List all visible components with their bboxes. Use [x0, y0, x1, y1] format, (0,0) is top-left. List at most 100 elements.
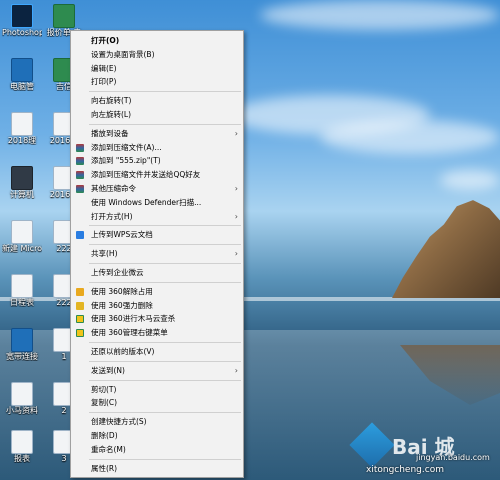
desktop-icon-label: 新建 Microsoft [2, 244, 42, 253]
context-menu-item-label: 打开方式(H) [91, 211, 133, 221]
context-menu-item-label: 向右旋转(T) [91, 96, 132, 106]
context-menu-item[interactable]: 共享(H) › [71, 247, 243, 261]
winrar-icon [76, 171, 84, 180]
context-menu-item[interactable]: 向左旋转(L) [71, 108, 243, 122]
context-menu-item-label: 编辑(E) [91, 63, 117, 73]
desktop-icon[interactable]: 新建 Microsoft [2, 220, 42, 253]
desktop-icon[interactable]: 小马资料 [2, 382, 42, 415]
chevron-right-icon: › [234, 249, 238, 259]
context-menu-item[interactable]: 重命名(M) [71, 443, 243, 457]
context-menu-item[interactable]: 使用 360解除占用 [71, 285, 243, 299]
context-menu-item[interactable]: 发送到(N) › [71, 364, 243, 378]
context-menu-item-label: 属性(R) [91, 463, 118, 473]
context-menu-item[interactable]: 使用 360进行木马云查杀 [71, 312, 243, 326]
context-menu-item-label: 其他压缩命令 [91, 183, 136, 193]
desktop-icon[interactable]: 报表 [2, 430, 42, 463]
context-menu-item[interactable]: 设置为桌面背景(B) [71, 48, 243, 62]
sea-rock [392, 200, 500, 298]
watermark-url-secondary: xitongcheng.com [366, 465, 444, 475]
context-menu-item[interactable]: 播放到设备 › [71, 127, 243, 141]
context-menu-item[interactable]: 使用 360强力删除 [71, 299, 243, 313]
desktop-icon-label: Photoshop [2, 28, 42, 37]
desktop-icon-label: 日程表 [10, 298, 34, 307]
computer-icon [11, 166, 33, 190]
chevron-right-icon: › [234, 183, 238, 193]
desktop-icon[interactable]: 计算机 [2, 166, 42, 199]
watermark: Bai 城 jingyan.baidu.com xitongcheng.com [349, 422, 500, 480]
context-menu-item-label: 打开(O) [91, 36, 120, 45]
desktop-icon[interactable]: 宽带连接 [2, 328, 42, 361]
context-menu-item[interactable]: 上传到WPS云文档 [71, 228, 243, 242]
context-menu-item-label: 播放到设备 [91, 128, 129, 138]
context-menu-item[interactable]: 属性(R) [71, 462, 243, 476]
menu-separator [89, 281, 241, 283]
desktop-icon-label: 报表 [14, 454, 30, 463]
context-menu-item-label: 上传到WPS云文档 [91, 230, 153, 240]
context-menu-item[interactable]: 添加到压缩文件并发送给QQ好友 [71, 168, 243, 182]
context-menu-item-label: 删除(D) [91, 430, 118, 440]
doc-file-icon [11, 220, 33, 244]
360-menu-icon [76, 329, 84, 338]
menu-separator [89, 91, 241, 93]
excel-file-icon [53, 4, 75, 28]
doc-file-icon [11, 382, 33, 406]
context-menu-item-label: 还原以前的版本(V) [91, 346, 155, 356]
360-scan-icon [76, 315, 84, 324]
doc-file-icon [11, 430, 33, 454]
context-menu-item[interactable]: 还原以前的版本(V) [71, 345, 243, 359]
context-menu-item[interactable]: 剪切(T) [71, 383, 243, 397]
chevron-right-icon: › [234, 365, 238, 375]
context-menu-item[interactable]: 其他压缩命令 › [71, 182, 243, 196]
desktop-icon[interactable]: 电脑管 [2, 58, 42, 91]
menu-separator [89, 123, 241, 125]
context-menu-item[interactable]: 创建快捷方式(S) [71, 415, 243, 429]
menu-separator [89, 244, 241, 246]
context-menu-item[interactable]: 使用 Windows Defender扫描... [71, 196, 243, 210]
watermark-logo-icon [349, 422, 395, 468]
menu-separator [89, 341, 241, 343]
context-menu-item-label: 复制(C) [91, 398, 118, 408]
context-menu-item-label: 添加到 "555.zip"(T) [91, 156, 161, 166]
context-menu-item-label: 打印(P) [91, 77, 117, 87]
context-menu-item[interactable]: 复制(C) [71, 396, 243, 410]
context-menu-item[interactable]: 编辑(E) [71, 62, 243, 76]
context-menu-item-label: 重命名(M) [91, 444, 126, 454]
menu-separator [89, 458, 241, 460]
winrar-icon [76, 184, 84, 193]
context-menu: 打开(O) 设置为桌面背景(B) 编辑(E) 打印(P) 向右旋转(T) 向左旋转(L) 播… [70, 30, 244, 478]
desktop-icon-label: 电脑管 [10, 82, 34, 91]
winrar-icon [76, 157, 84, 166]
desktop-icon-label: 宽带连接 [6, 352, 38, 361]
menu-separator [89, 360, 241, 362]
shortcut-icon [11, 58, 33, 82]
context-menu-item[interactable]: 打开(O) [71, 34, 243, 48]
context-menu-item[interactable]: 添加到 "555.zip"(T) [71, 154, 243, 168]
context-menu-item-label: 向左旋转(L) [91, 109, 132, 119]
menu-separator [89, 262, 241, 264]
context-menu-item[interactable]: 上传到企业微云 [71, 266, 243, 280]
context-menu-item[interactable]: 打印(P) [71, 75, 243, 89]
desktop-icon-label: 小马资料 [6, 406, 38, 415]
chevron-right-icon: › [234, 128, 238, 138]
desktop-icon[interactable]: Photoshop [2, 4, 42, 37]
chevron-right-icon: › [234, 211, 238, 221]
context-menu-item[interactable]: 添加到压缩文件(A)... [71, 141, 243, 155]
context-menu-item[interactable]: 删除(D) [71, 429, 243, 443]
context-menu-item-label: 剪切(T) [91, 384, 117, 394]
context-menu-item[interactable]: 向右旋转(T) [71, 94, 243, 108]
context-menu-item-label: 使用 360进行木马云查杀 [91, 314, 176, 324]
360-unlock-icon [76, 287, 84, 296]
context-menu-item[interactable]: 打开方式(H) › [71, 210, 243, 224]
doc-file-icon [11, 274, 33, 298]
network-icon [11, 328, 33, 352]
context-menu-item-label: 使用 360管理右键菜单 [91, 328, 168, 338]
wps-cloud-icon [76, 231, 84, 240]
desktop-icon[interactable]: 日程表 [2, 274, 42, 307]
context-menu-item-label: 发送到(N) [91, 365, 125, 375]
360-delete-icon [76, 301, 84, 310]
context-menu-item-label: 创建快捷方式(S) [91, 417, 147, 427]
desktop-icon[interactable]: 2018理 [2, 112, 42, 145]
context-menu-item[interactable]: 使用 360管理右键菜单 [71, 326, 243, 340]
photoshop-icon [11, 4, 33, 28]
desktop-icon-label: 2018理 [7, 136, 37, 145]
